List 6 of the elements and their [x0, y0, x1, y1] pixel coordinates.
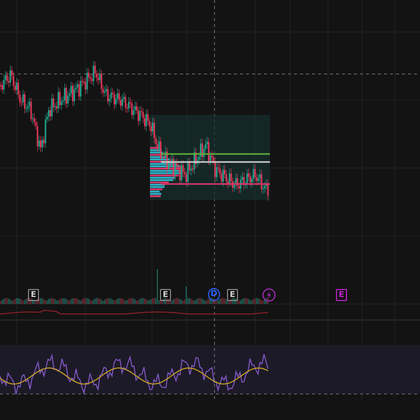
earnings-marker[interactable]: E [28, 289, 39, 301]
earnings-marker[interactable]: E [336, 289, 347, 301]
earnings-marker[interactable]: E [227, 289, 238, 301]
lightning-icon[interactable] [262, 288, 276, 302]
earnings-marker[interactable]: E [160, 289, 171, 301]
dividend-marker[interactable]: D [208, 288, 220, 301]
